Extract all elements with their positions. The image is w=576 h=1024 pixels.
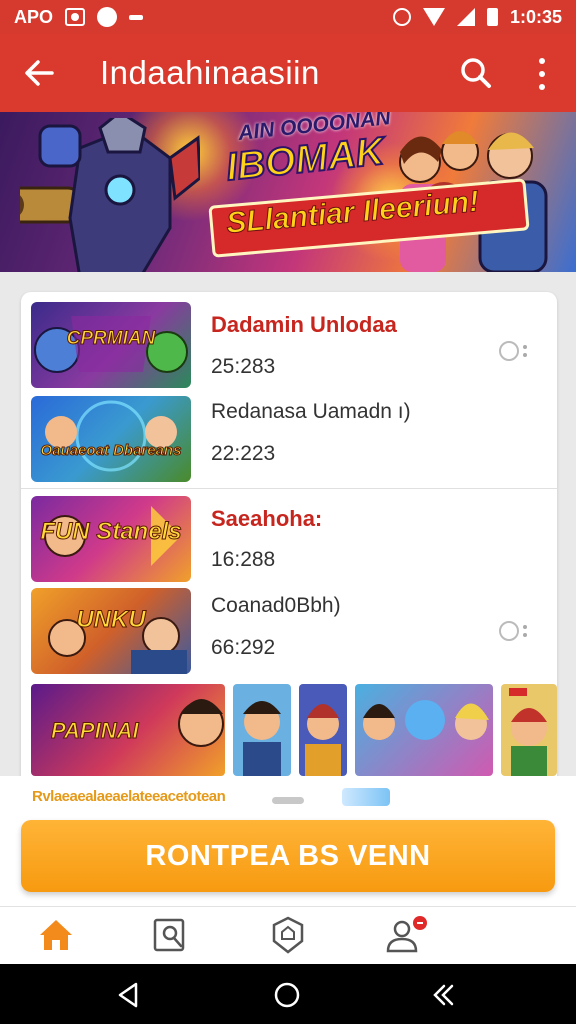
item-options-toggle-4[interactable] [499, 620, 535, 642]
bookmark-search-icon [153, 918, 185, 952]
game-thumbnail-3[interactable]: FUN Stanels [31, 496, 191, 582]
nav-profile[interactable] [384, 915, 427, 955]
strip-tile-1-label: PAPINAI [51, 718, 140, 744]
home-circle-icon [274, 982, 300, 1008]
strip-art-2 [243, 701, 281, 776]
status-bar: APO 1:0:35 [0, 0, 576, 34]
back-triangle-icon [118, 982, 138, 1008]
strip-art-5 [509, 688, 547, 776]
battery-icon [486, 8, 498, 26]
nav-badge[interactable] [268, 915, 308, 955]
arrow-left-icon [25, 60, 54, 86]
system-recents-button[interactable] [428, 980, 458, 1010]
item-value-4: 66:292 [211, 636, 276, 659]
cta-button[interactable]: RONTPEA BS VENN [21, 820, 555, 892]
nav-home[interactable] [36, 915, 76, 955]
group-title-1: Dadamin Unlodaa [211, 312, 397, 337]
sheet-drag-handle[interactable] [272, 797, 304, 804]
promo-text: Rvlaeaealaeaelateeacetotean [32, 788, 226, 805]
nav-library[interactable] [150, 915, 190, 955]
notification-box-icon [65, 8, 86, 26]
app-bar: Indaahinaasiin [0, 34, 576, 112]
armored-hero-illustration [20, 118, 200, 272]
search-icon [461, 58, 491, 88]
item-subtitle-2: Redanasa Uamadn ı) [211, 400, 411, 423]
promo-banner[interactable]: AIN OOOONAN IBOMAK SLlantiar Ileeriun! [0, 112, 576, 272]
system-home-button[interactable] [272, 980, 302, 1010]
progress-pill [342, 788, 390, 806]
notification-circle-icon [97, 7, 118, 27]
carrier-label: APO [14, 6, 54, 27]
search-button[interactable] [454, 51, 498, 95]
strip-tile-1[interactable]: PAPINAI [31, 684, 225, 776]
item-subtitle-4: Coanad0Bbh) [211, 594, 341, 617]
item-value-3: 16:288 [211, 548, 276, 571]
strip-tile-4[interactable] [355, 684, 493, 776]
content-card: CPRMIAN Dadamin Unlodaa 25:283 Oauaeoat … [21, 292, 557, 792]
game-thumbnail-1[interactable]: CPRMIAN [31, 302, 191, 388]
item-options-toggle-1[interactable] [499, 340, 535, 362]
strip-tile-3[interactable] [299, 684, 347, 776]
strip-tile-2[interactable] [233, 684, 291, 776]
strip-art-3 [305, 704, 341, 776]
bottom-nav [0, 906, 576, 964]
system-nav-bar [0, 964, 576, 1024]
game-art-2 [45, 400, 177, 472]
bottom-sheet: Rvlaeaealaeaelateeacetotean RONTPEA BS V… [0, 776, 576, 906]
game-thumbnail-2-label: Oauaeoat Dbareans [40, 442, 182, 460]
game-thumbnail-1-label: CPRMIAN [66, 328, 156, 350]
game-thumbnail-2[interactable]: Oauaeoat Dbareans [31, 396, 191, 482]
shield-badge-icon [272, 916, 304, 954]
page-title: Indaahinaasiin [100, 54, 320, 91]
more-options-button[interactable] [528, 54, 556, 94]
group-title-2: Saeahoha: [211, 506, 323, 531]
game-thumbnail-4[interactable]: UNKU [31, 588, 191, 674]
more-vertical-icon [539, 58, 545, 64]
system-back-button[interactable] [114, 980, 144, 1010]
strip-art-4 [363, 700, 489, 740]
back-button[interactable] [0, 34, 78, 112]
game-thumbnail-4-label: UNKU [76, 606, 146, 634]
group-divider [21, 488, 557, 489]
user-icon [386, 916, 427, 953]
notification-dash-icon [129, 14, 144, 20]
alarm-icon [392, 8, 411, 26]
wifi-icon [422, 8, 445, 26]
item-value-1: 25:283 [211, 355, 276, 378]
item-value-2: 22:223 [211, 442, 276, 465]
recents-chevron-icon [433, 984, 454, 1006]
strip-tile-5[interactable] [501, 684, 557, 776]
home-icon [40, 920, 72, 950]
signal-icon [456, 8, 475, 26]
clock: 1:0:35 [509, 6, 562, 27]
game-thumbnail-3-label: FUN Stanels [40, 518, 182, 546]
